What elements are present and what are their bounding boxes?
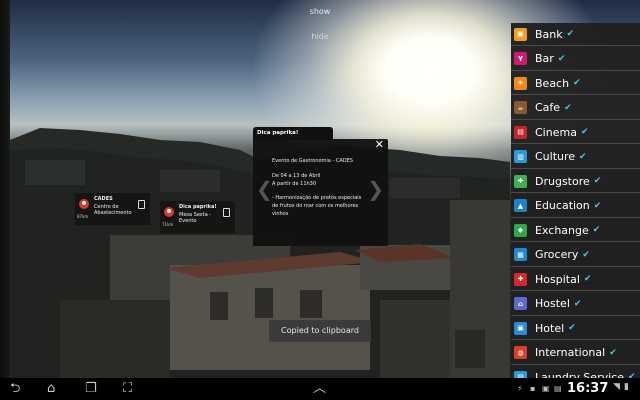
battery-icon: ▮ (624, 382, 629, 392)
checkbox-checked-icon[interactable]: ✔ (609, 348, 617, 358)
card-text-line: de frutos do mar com os melhores (272, 203, 359, 209)
category-item-hotel[interactable]: ▣ Hotel ✔ (511, 317, 640, 340)
poi-distance: 87km (77, 214, 89, 219)
category-label: Grocery (535, 248, 579, 261)
checkbox-checked-icon[interactable]: ✔ (593, 225, 601, 235)
laundry-icon: ▤ (514, 370, 527, 378)
category-label: Cinema (535, 125, 577, 139)
screenshot-icon[interactable]: ⛶ (123, 381, 132, 396)
beach-icon: ☀ (514, 76, 527, 90)
checkbox-checked-icon[interactable]: ✔ (573, 78, 581, 88)
previous-arrow-icon[interactable]: ❮ (256, 179, 273, 199)
close-icon[interactable]: ✕ (375, 139, 384, 151)
home-icon[interactable]: ⌂ (47, 381, 55, 396)
category-label: Education (535, 199, 590, 212)
category-item-grocery[interactable]: ▦ Grocery ✔ (511, 244, 640, 267)
hostel-icon: ⌂ (514, 297, 527, 310)
poi-distance: 71km (162, 222, 174, 227)
checkbox-checked-icon[interactable]: ✔ (584, 274, 592, 284)
card-text-line: De 04 a 13 de Abril (272, 173, 321, 179)
education-icon: ▲ (514, 199, 527, 212)
bank-icon: ▣ (514, 27, 527, 41)
checkbox-checked-icon[interactable]: ✔ (558, 54, 566, 64)
exchange-icon: ◆ (514, 223, 527, 237)
grocery-icon: ▦ (514, 248, 527, 261)
category-item-cinema[interactable]: ▤ Cinema ✔ (511, 121, 640, 144)
cafe-icon: ☕ (514, 101, 527, 114)
category-item-culture[interactable]: ▥ Culture ✔ (511, 146, 640, 169)
hide-button[interactable]: hide (300, 32, 340, 41)
category-label: Hotel (535, 321, 565, 335)
card-text-line: - Harmonização de pratos especiais (272, 195, 362, 201)
hospital-icon: ✚ (514, 272, 527, 286)
checkbox-checked-icon[interactable]: ✔ (567, 29, 575, 39)
culture-icon: ▥ (514, 150, 527, 163)
window-frame-edge (0, 0, 10, 378)
paprika-logo-icon (79, 199, 89, 209)
category-item-hostel[interactable]: ⌂ Hostel ✔ (511, 293, 640, 316)
poi-title: CADES (94, 196, 113, 202)
hotel-icon: ▣ (514, 321, 527, 335)
wifi-icon: ◥ (613, 382, 620, 392)
poi-subtitle-line2: Abastecimento (94, 210, 132, 216)
category-label: Cafe (535, 101, 561, 114)
card-text-line: vinhos (272, 211, 289, 217)
show-button[interactable]: show (300, 7, 340, 16)
image-notification-icon: ▣ (542, 384, 550, 393)
category-item-exchange[interactable]: ◆ Exchange ✔ (511, 219, 640, 242)
checkbox-checked-icon[interactable]: ✔ (574, 299, 582, 309)
checkbox-checked-icon[interactable]: ✔ (594, 176, 602, 186)
back-icon[interactable]: ⮌ (10, 381, 20, 396)
clipboard-toast: Copied to clipboard (269, 320, 371, 342)
storage-icon: ▤ (554, 384, 562, 393)
category-item-drugstore[interactable]: ✚ Drugstore ✔ (511, 170, 640, 193)
poi-subtitle-line2: Evento (179, 218, 197, 224)
chevron-up-icon[interactable]: ︿ (313, 381, 326, 396)
document-icon[interactable] (223, 208, 230, 217)
sd-card-icon: ▪ (530, 384, 536, 393)
category-item-beach[interactable]: ☀ Beach ✔ (511, 72, 640, 95)
category-item-hospital[interactable]: ✚ Hospital ✔ (511, 268, 640, 291)
category-item-international[interactable]: ◍ International ✔ (511, 342, 640, 365)
category-list[interactable]: ▣ Bank ✔ Y Bar ✔ ☀ Beach ✔ ☕ Cafe ✔ ▤ Cinema ✔ ▥ Culture… (511, 23, 640, 378)
poi-detail-card: Dica paprika! ✕ ❮ ❯ Evento de Gastronomi… (253, 127, 388, 246)
category-label: Beach (535, 76, 570, 90)
category-label: Laundry Service (535, 370, 624, 379)
bar-icon: Y (514, 52, 527, 65)
category-label: Culture (535, 150, 576, 163)
clock: 16:37 (567, 381, 609, 396)
category-item-bank[interactable]: ▣ Bank ✔ (511, 23, 640, 46)
category-label: Hospital (535, 272, 580, 286)
category-item-bar[interactable]: Y Bar ✔ (511, 48, 640, 71)
checkbox-checked-icon[interactable]: ✔ (564, 103, 572, 113)
next-arrow-icon[interactable]: ❯ (367, 179, 384, 199)
poi-marker[interactable]: 71km Dica paprika! Mesa Sexta - Evento (160, 201, 235, 233)
poi-title: Dica paprika! (179, 204, 217, 210)
category-label: Hostel (535, 297, 570, 310)
drugstore-icon: ✚ (514, 174, 527, 188)
checkbox-checked-icon[interactable]: ✔ (582, 250, 590, 260)
recent-apps-icon[interactable]: ❐ (85, 381, 97, 396)
category-label: Drugstore (535, 174, 590, 188)
checkbox-checked-icon[interactable]: ✔ (581, 127, 589, 137)
card-text-line: A partir de 11h30 (272, 181, 317, 187)
category-label: Exchange (535, 223, 589, 237)
international-icon: ◍ (514, 346, 527, 359)
category-item-education[interactable]: ▲ Education ✔ (511, 195, 640, 218)
usb-icon: ⚡ (517, 384, 523, 393)
category-label: International (535, 346, 606, 359)
checkbox-checked-icon[interactable]: ✔ (594, 201, 602, 211)
system-bar: ⮌ ⌂ ❐ ⛶ ︿ ⚡ ▪ ▣ ▤ 16:37 ◥ ▮ (0, 378, 640, 400)
document-icon[interactable] (138, 200, 145, 209)
category-item-laundry-service[interactable]: ▤ Laundry Service ✔ (511, 366, 640, 378)
poi-marker[interactable]: 87km CADES Centro de Abastecimento (75, 193, 150, 225)
checkbox-checked-icon[interactable]: ✔ (579, 152, 587, 162)
category-label: Bar (535, 52, 554, 65)
paprika-logo-icon (164, 207, 174, 217)
category-label: Bank (535, 27, 563, 41)
cinema-icon: ▤ (514, 125, 527, 139)
checkbox-checked-icon[interactable]: ✔ (568, 323, 576, 333)
card-text-line: Evento de Gastronomia - CADES (272, 158, 353, 164)
category-item-cafe[interactable]: ☕ Cafe ✔ (511, 97, 640, 120)
